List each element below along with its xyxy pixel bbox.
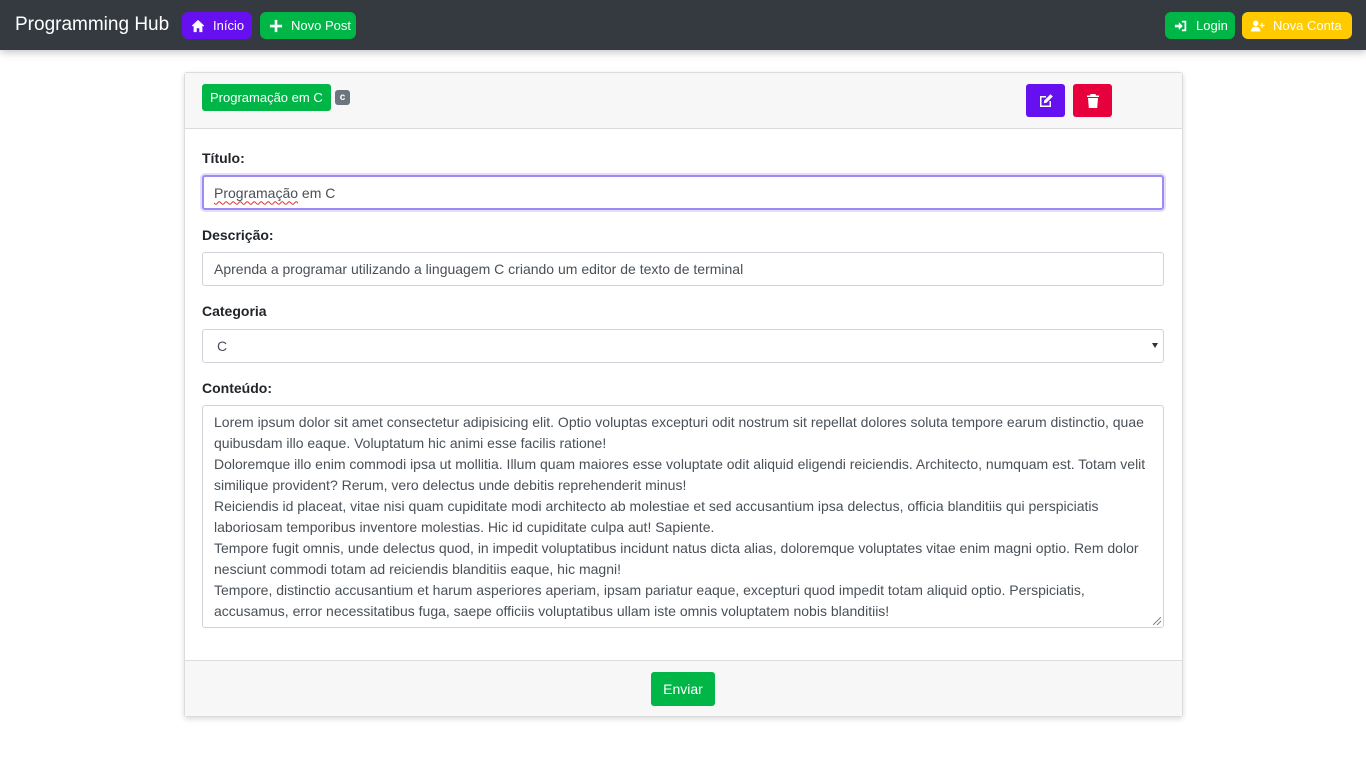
category-badge: c — [335, 90, 350, 105]
title-input-misspelled-word: Programação — [214, 184, 299, 201]
description-input[interactable]: Aprenda a programar utilizando a linguag… — [202, 252, 1164, 286]
content-paragraph: Lorem ipsum dolor sit amet consectetur a… — [214, 414, 1144, 451]
chevron-down-icon — [1152, 343, 1158, 348]
category-label: Categoria — [202, 303, 267, 319]
plus-icon — [269, 19, 283, 32]
user-plus-icon — [1251, 20, 1265, 31]
register-button[interactable]: Nova Conta — [1242, 12, 1352, 39]
login-button[interactable]: Login — [1165, 12, 1235, 39]
card-footer: Enviar — [185, 660, 1182, 716]
content-label: Conteúdo: — [202, 380, 272, 396]
register-button-label: Nova Conta — [1273, 18, 1342, 33]
content-textarea[interactable]: Lorem ipsum dolor sit amet consectetur a… — [202, 405, 1164, 628]
post-edit-card: Programação em C c Título: Programação e… — [184, 72, 1183, 717]
brand-title[interactable]: Programming Hub — [15, 14, 169, 36]
content-paragraph: Doloremque illo enim commodi ipsa ut mol… — [214, 456, 1146, 493]
content-paragraph: Reiciendis id placeat, vitae nisi quam c… — [214, 498, 1099, 535]
home-button-label: Início — [213, 18, 245, 33]
delete-post-button[interactable] — [1073, 84, 1112, 117]
top-navbar: Programming Hub Início Novo Post Login N… — [0, 0, 1366, 50]
title-input-rest: em C — [298, 184, 336, 201]
sign-in-icon — [1174, 20, 1187, 31]
resize-handle-icon[interactable] — [1153, 617, 1161, 625]
title-input[interactable]: Programação em C — [202, 175, 1164, 210]
card-header: Programação em C c — [185, 73, 1182, 129]
login-button-label: Login — [1196, 18, 1228, 33]
trash-icon — [1086, 93, 1099, 108]
title-label: Título: — [202, 150, 245, 166]
content-paragraph: Tempore fugit omnis, unde delectus quod,… — [214, 540, 1139, 577]
home-icon — [191, 19, 205, 32]
content-paragraph: Tempore, distinctio accusantium et harum… — [214, 582, 1085, 619]
category-select[interactable]: C — [202, 329, 1164, 363]
edit-icon — [1039, 93, 1053, 107]
description-label: Descrição: — [202, 227, 274, 243]
submit-button[interactable]: Enviar — [651, 672, 715, 706]
edit-post-button[interactable] — [1026, 84, 1065, 117]
new-post-button[interactable]: Novo Post — [260, 12, 356, 39]
new-post-button-label: Novo Post — [291, 18, 351, 33]
category-select-value: C — [217, 338, 228, 354]
home-button[interactable]: Início — [182, 12, 252, 39]
post-tag-badge: Programação em C — [202, 84, 331, 111]
